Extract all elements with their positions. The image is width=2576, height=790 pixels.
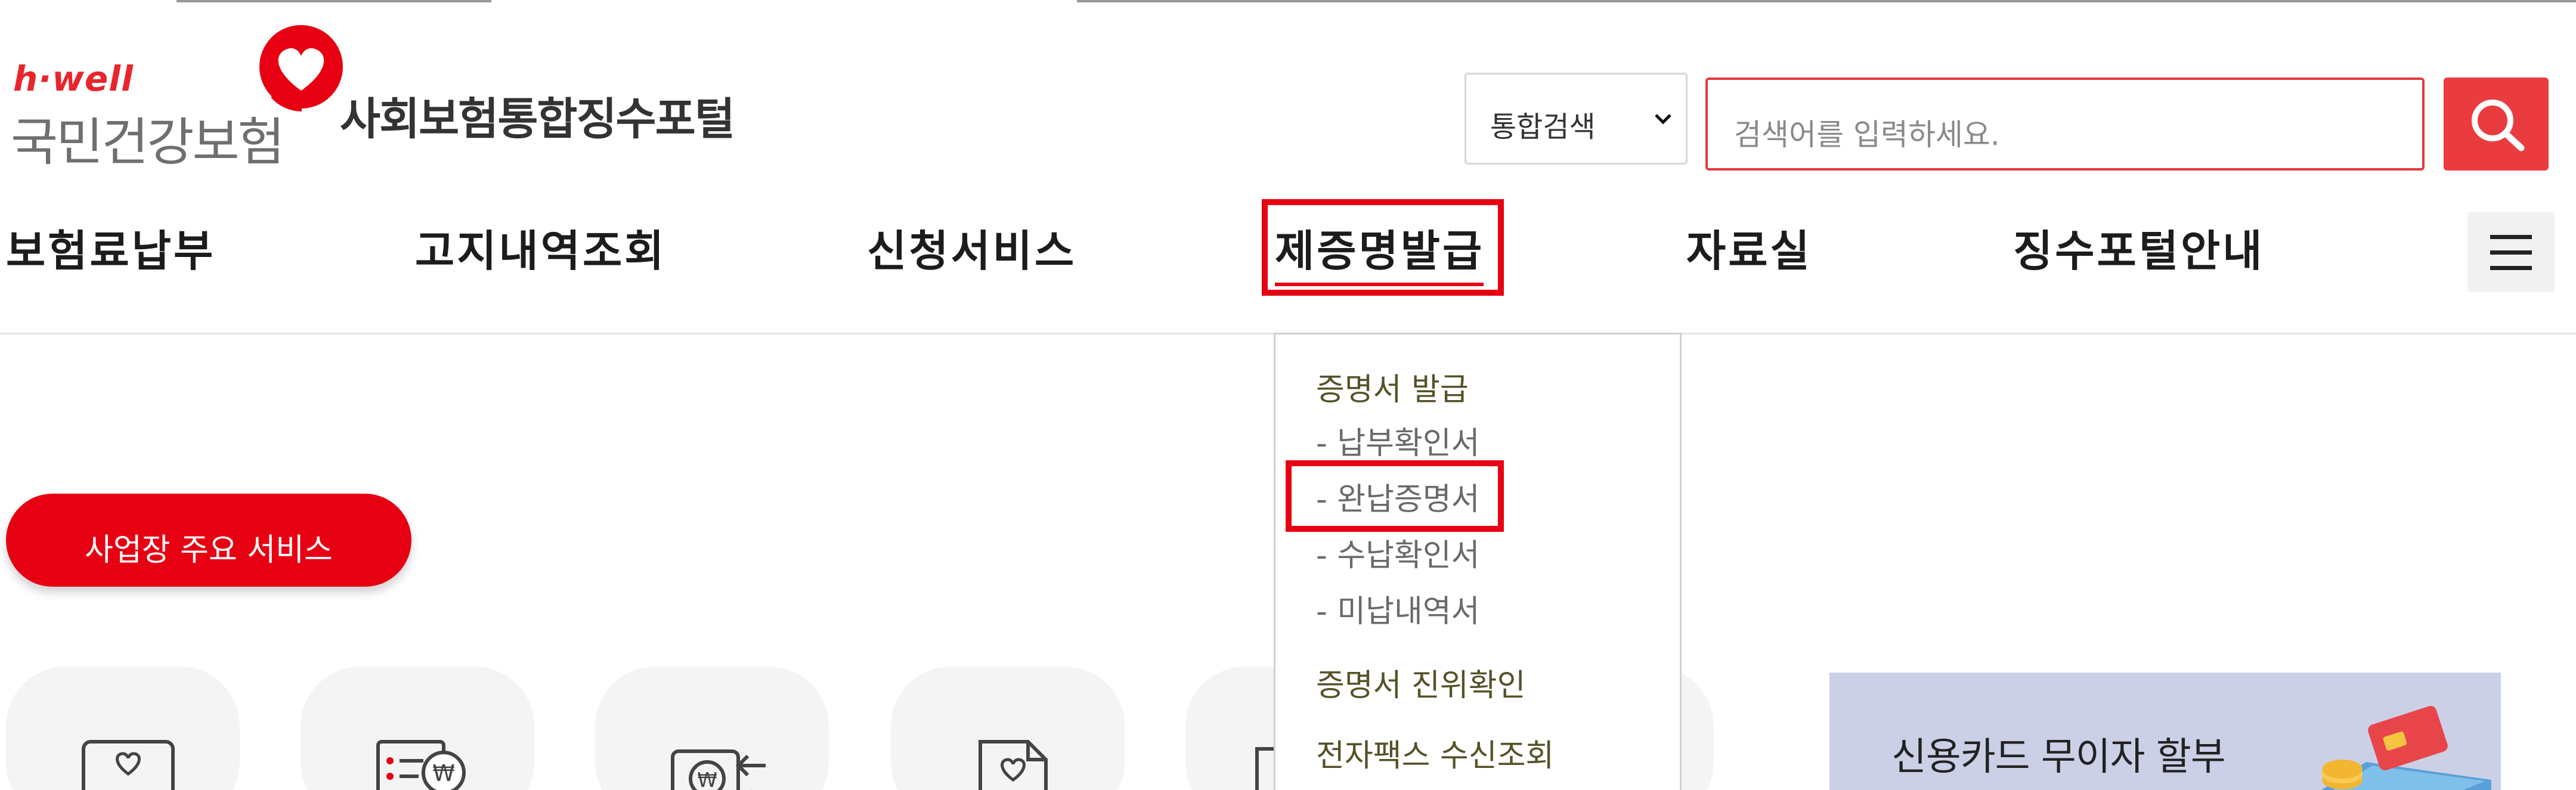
search-icon (2472, 100, 2525, 151)
dropdown-group-efax-inquiry[interactable]: 전자팩스 수신조회 (1316, 730, 1554, 775)
gnb-active-underline (1275, 283, 1484, 286)
dropdown-item-highlight (1286, 460, 1504, 532)
dropdown-group-authenticity-check[interactable]: 증명서 진위확인 (1316, 660, 1525, 705)
page: h·well 국민건강보험 사회보험통합징수포털 통합검색 검색어를 입력하세요… (0, 0, 2576, 790)
dropdown-item-receipt-confirmation[interactable]: - 수납확인서 (1316, 530, 1480, 575)
search-scope-select[interactable]: 통합검색 (1465, 73, 1688, 165)
service-card[interactable] (6, 667, 240, 790)
certificates-dropdown: 증명서 발급 - 납부확인서 - 완납증명서 - 수납확인서 - 미납내역서 증… (1274, 333, 1682, 790)
menu-bar (2490, 235, 2532, 239)
gnb-item-notice-inquiry[interactable]: 고지내역조회 (415, 216, 666, 278)
dropdown-item-unpaid-statement[interactable]: - 미납내역서 (1316, 586, 1480, 631)
business-services-label: 사업장 주요 서비스 (85, 532, 333, 568)
menu-bar (2490, 250, 2532, 255)
bill-won-icon: ₩ (376, 740, 466, 790)
dropdown-group-certificate-issue[interactable]: 증명서 발급 (1316, 364, 1469, 409)
heart-message-icon (82, 740, 175, 790)
business-services-button[interactable]: 사업장 주요 서비스 (6, 494, 411, 587)
search-scope-value: 통합검색 (1490, 110, 1596, 144)
banner-title: 신용카드 무이자 할부 (1891, 735, 2226, 779)
service-card[interactable]: ₩ (595, 667, 829, 790)
hamburger-menu-icon[interactable] (2467, 212, 2555, 292)
search-button[interactable] (2444, 78, 2549, 171)
top-divider-right (1077, 0, 2576, 2)
logo-brand: h·well (13, 58, 134, 99)
chevron-down-icon (1655, 114, 1671, 125)
portal-title[interactable]: 사회보험통합징수포털 (340, 83, 735, 147)
search-input-placeholder: 검색어를 입력하세요. (1734, 117, 2000, 152)
service-card[interactable]: ₩ (301, 667, 534, 790)
gnb-active-highlight (1262, 199, 1504, 296)
svg-text:₩: ₩ (432, 760, 455, 786)
menu-bar (2490, 266, 2532, 270)
search-input[interactable]: 검색어를 입력하세요. (1705, 78, 2425, 171)
credit-card-banner[interactable]: 신용카드 무이자 할부 (1829, 673, 2501, 790)
gnb-item-payment[interactable]: 보험료납부 (6, 216, 215, 278)
gnb-item-application[interactable]: 신청서비스 (867, 216, 1076, 278)
refund-icon: ₩ (671, 749, 766, 790)
gnb-item-portal-guide[interactable]: 징수포털안내 (2013, 216, 2264, 278)
gnb-item-resources[interactable]: 자료실 (1686, 216, 1812, 278)
svg-text:₩: ₩ (697, 769, 717, 790)
top-divider-left (177, 0, 491, 2)
logo-name: 국민건강보험 (11, 113, 285, 172)
dropdown-item-payment-confirmation[interactable]: - 납부확인서 (1316, 418, 1480, 463)
nhis-logo[interactable]: h·well 국민건강보험 (5, 24, 343, 172)
credit-card-icon (2321, 706, 2491, 790)
service-card[interactable] (891, 667, 1125, 790)
heart-document-icon (979, 740, 1048, 790)
